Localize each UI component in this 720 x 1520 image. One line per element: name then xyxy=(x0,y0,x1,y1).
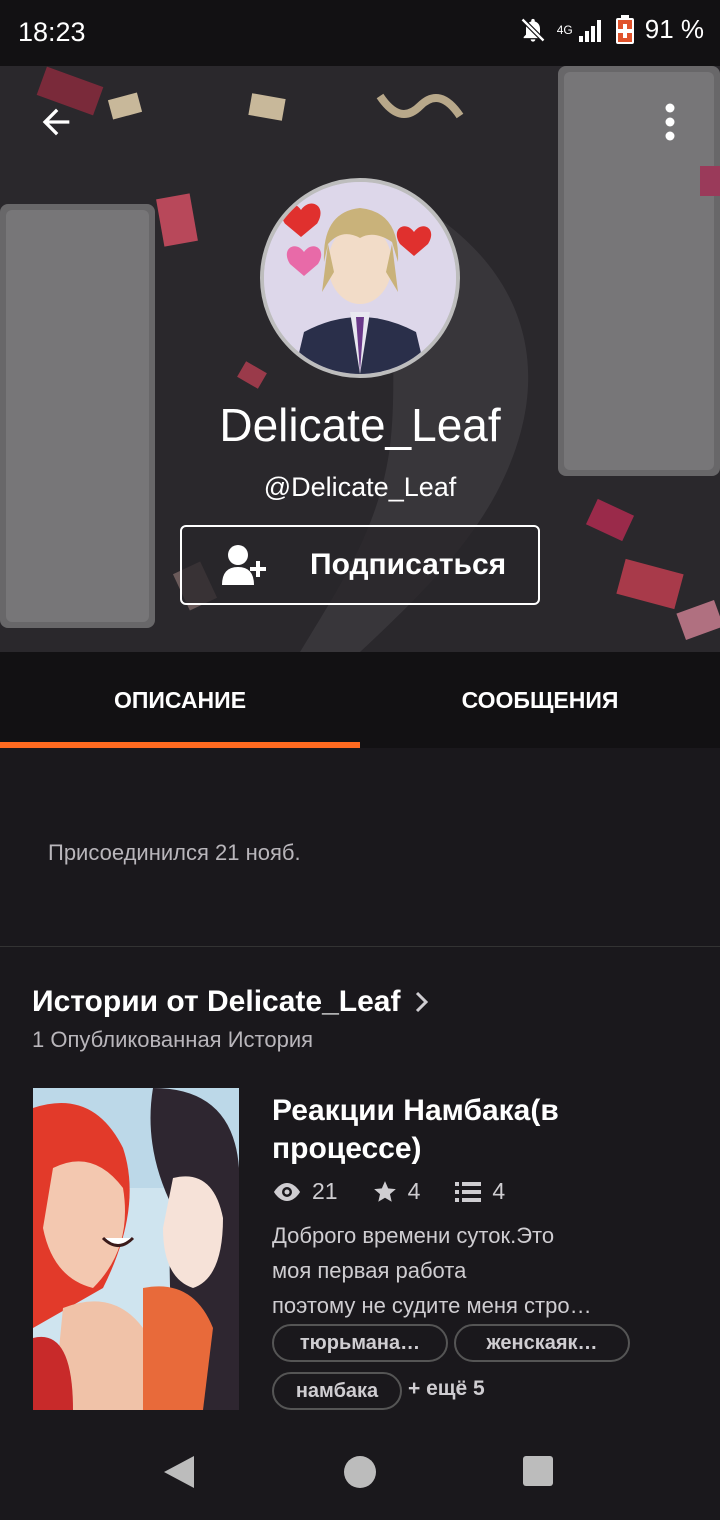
more-vertical-icon xyxy=(665,103,675,141)
avatar[interactable] xyxy=(260,178,460,378)
stories-section-title[interactable]: Истории от Delicate_Leaf xyxy=(32,985,430,1019)
add-user-icon xyxy=(222,545,266,585)
chevron-right-icon xyxy=(416,991,429,1013)
avatar-image xyxy=(264,182,456,374)
profile-header: Delicate_Leaf @Delicate_Leaf Подписаться xyxy=(0,66,720,652)
story-description-line: моя первая работа xyxy=(272,1258,467,1283)
story-cover[interactable] xyxy=(33,1088,239,1410)
nav-back-button[interactable] xyxy=(162,1454,196,1490)
section-divider xyxy=(0,946,720,947)
arrow-left-icon xyxy=(42,108,70,136)
story-tag[interactable]: намбака xyxy=(272,1372,402,1410)
joined-date: Присоединился 21 нояб. xyxy=(48,840,301,865)
battery-percent: 91 % xyxy=(644,14,704,44)
story-reads: 21 xyxy=(312,1178,338,1204)
eye-icon xyxy=(274,1182,300,1201)
status-icons: 4G 91 % xyxy=(519,14,704,45)
follow-label: Подписаться xyxy=(310,548,507,581)
story-description-line: поэтому не судите меня стро… xyxy=(272,1293,592,1318)
tab-messages-label: СООБЩЕНИЯ xyxy=(461,686,619,713)
list-icon xyxy=(455,1181,482,1202)
story-parts: 4 xyxy=(492,1178,506,1204)
nav-recents-button[interactable] xyxy=(523,1456,553,1486)
profile-tabs: ОПИСАНИЕ СООБЩЕНИЯ xyxy=(0,652,720,748)
more-options-button[interactable] xyxy=(642,94,698,150)
nav-home-button[interactable] xyxy=(344,1456,376,1488)
story-tag[interactable]: женскаяк… xyxy=(454,1324,630,1362)
signal-icon xyxy=(578,19,601,42)
tab-messages[interactable]: СООБЩЕНИЯ xyxy=(360,652,720,748)
username-handle: @Delicate_Leaf xyxy=(263,472,457,502)
star-icon xyxy=(373,1180,396,1202)
status-bar: 18:23 4G 91 % xyxy=(0,0,720,66)
status-time: 18:23 xyxy=(18,17,86,47)
story-votes: 4 xyxy=(407,1178,421,1204)
story-tag[interactable]: тюрьмана… xyxy=(272,1324,448,1362)
display-name: Delicate_Leaf xyxy=(219,399,501,451)
network-type: 4G xyxy=(556,22,573,37)
story-description: Доброго времени суток.Это моя первая раб… xyxy=(272,1218,642,1323)
story-title[interactable]: Реакции Намбака(в процессе) xyxy=(272,1092,682,1168)
tab-description[interactable]: ОПИСАНИЕ xyxy=(0,652,360,748)
follow-button[interactable]: Подписаться xyxy=(180,525,540,605)
more-tags-link[interactable]: + ещё 5 xyxy=(408,1377,485,1401)
stories-count: 1 Опубликованная История xyxy=(32,1027,314,1052)
story-stats: 21 4 4 xyxy=(272,1178,505,1205)
tab-description-label: ОПИСАНИЕ xyxy=(113,686,247,713)
stories-title-text: Истории от Delicate_Leaf xyxy=(32,985,401,1018)
story-description-line: Доброго времени суток.Это xyxy=(272,1223,555,1248)
story-cover-image xyxy=(33,1088,239,1410)
back-button[interactable] xyxy=(28,94,84,150)
notifications-off-icon xyxy=(520,17,545,42)
battery-icon xyxy=(615,14,634,44)
